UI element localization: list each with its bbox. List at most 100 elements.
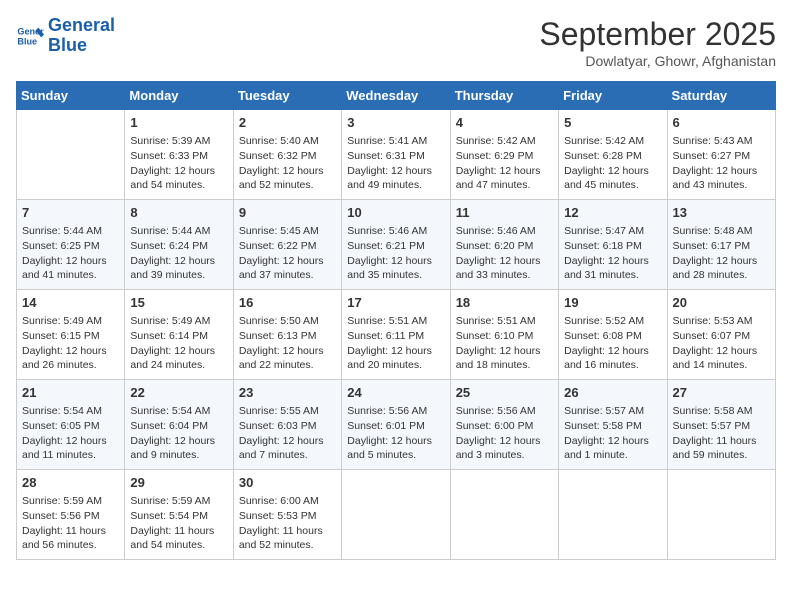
calendar-week-row: 7Sunrise: 5:44 AM Sunset: 6:25 PM Daylig… [17,200,776,290]
day-info: Sunrise: 5:54 AM Sunset: 6:05 PM Dayligh… [22,404,119,463]
day-number: 21 [22,384,119,402]
calendar-cell: 22Sunrise: 5:54 AM Sunset: 6:04 PM Dayli… [125,380,233,470]
day-info: Sunrise: 5:47 AM Sunset: 6:18 PM Dayligh… [564,224,661,283]
calendar-cell: 26 Sunrise: 5:57 AM Sunset: 5:58 PM Dayli… [559,380,667,470]
day-number: 28 [22,474,119,492]
calendar-cell: 23 Sunrise: 5:55 AM Sunset: 6:03 PM Dayli… [233,380,341,470]
day-number: 26 [564,384,661,402]
calendar-cell: 27 Sunrise: 5:58 AM Sunset: 5:57 PM Dayli… [667,380,775,470]
day-number: 15 [130,294,227,312]
day-number: 18 [456,294,553,312]
day-number: 11 [456,204,553,222]
day-number: 4 [456,114,553,132]
calendar-cell: 4 Sunrise: 5:42 AM Sunset: 6:29 PM Daylig… [450,110,558,200]
calendar-cell [17,110,125,200]
calendar-cell: 5 Sunrise: 5:42 AM Sunset: 6:28 PM Daylig… [559,110,667,200]
calendar-cell: 2 Sunrise: 5:40 AM Sunset: 6:32 PM Daylig… [233,110,341,200]
calendar-week-row: 28 Sunrise: 5:59 AM Sunset: 5:56 PM Dayli… [17,470,776,560]
day-number: 22 [130,384,227,402]
day-number: 6 [673,114,770,132]
day-number: 2 [239,114,336,132]
calendar-cell [450,470,558,560]
calendar-cell: 6 Sunrise: 5:43 AM Sunset: 6:27 PM Daylig… [667,110,775,200]
day-info: Sunrise: 5:59 AM Sunset: 5:56 PM Dayligh… [22,494,119,553]
calendar-cell: 30 Sunrise: 6:00 AM Sunset: 5:53 PM Dayli… [233,470,341,560]
day-info: Sunrise: 5:46 AM Sunset: 6:20 PM Dayligh… [456,224,553,283]
calendar-table: SundayMondayTuesdayWednesdayThursdayFrid… [16,81,776,560]
calendar-cell: 28 Sunrise: 5:59 AM Sunset: 5:56 PM Dayli… [17,470,125,560]
calendar-cell: 7Sunrise: 5:44 AM Sunset: 6:25 PM Daylig… [17,200,125,290]
day-info: Sunrise: 5:58 AM Sunset: 5:57 PM Dayligh… [673,404,770,463]
calendar-cell: 18 Sunrise: 5:51 AM Sunset: 6:10 PM Dayli… [450,290,558,380]
day-info: Sunrise: 5:44 AM Sunset: 6:24 PM Dayligh… [130,224,227,283]
day-number: 20 [673,294,770,312]
day-number: 27 [673,384,770,402]
calendar-cell [559,470,667,560]
day-info: Sunrise: 5:44 AM Sunset: 6:25 PM Dayligh… [22,224,119,283]
title-block: September 2025 Dowlatyar, Ghowr, Afghani… [539,16,776,69]
day-number: 24 [347,384,444,402]
weekday-header: Monday [125,82,233,110]
day-info: Sunrise: 5:51 AM Sunset: 6:10 PM Dayligh… [456,314,553,373]
day-info: Sunrise: 5:46 AM Sunset: 6:21 PM Dayligh… [347,224,444,283]
calendar-cell: 8 Sunrise: 5:44 AM Sunset: 6:24 PM Daylig… [125,200,233,290]
month-title: September 2025 [539,16,776,53]
day-number: 19 [564,294,661,312]
calendar-week-row: 21 Sunrise: 5:54 AM Sunset: 6:05 PM Dayli… [17,380,776,470]
day-info: Sunrise: 5:49 AM Sunset: 6:14 PM Dayligh… [130,314,227,373]
location: Dowlatyar, Ghowr, Afghanistan [539,53,776,69]
day-info: Sunrise: 5:51 AM Sunset: 6:11 PM Dayligh… [347,314,444,373]
day-number: 30 [239,474,336,492]
calendar-cell: 12Sunrise: 5:47 AM Sunset: 6:18 PM Dayli… [559,200,667,290]
day-info: Sunrise: 6:00 AM Sunset: 5:53 PM Dayligh… [239,494,336,553]
weekday-header: Tuesday [233,82,341,110]
day-info: Sunrise: 5:57 AM Sunset: 5:58 PM Dayligh… [564,404,661,463]
calendar-cell: 13 Sunrise: 5:48 AM Sunset: 6:17 PM Dayli… [667,200,775,290]
calendar-cell: 15 Sunrise: 5:49 AM Sunset: 6:14 PM Dayli… [125,290,233,380]
day-number: 25 [456,384,553,402]
day-number: 8 [130,204,227,222]
calendar-cell: 20 Sunrise: 5:53 AM Sunset: 6:07 PM Dayli… [667,290,775,380]
day-number: 23 [239,384,336,402]
svg-text:Blue: Blue [17,36,37,46]
calendar-cell: 24 Sunrise: 5:56 AM Sunset: 6:01 PM Dayli… [342,380,450,470]
weekday-header: Sunday [17,82,125,110]
weekday-header-row: SundayMondayTuesdayWednesdayThursdayFrid… [17,82,776,110]
day-info: Sunrise: 5:42 AM Sunset: 6:29 PM Dayligh… [456,134,553,193]
calendar-week-row: 14Sunrise: 5:49 AM Sunset: 6:15 PM Dayli… [17,290,776,380]
calendar-cell: 25 Sunrise: 5:56 AM Sunset: 6:00 PM Dayli… [450,380,558,470]
day-info: Sunrise: 5:52 AM Sunset: 6:08 PM Dayligh… [564,314,661,373]
day-info: Sunrise: 5:42 AM Sunset: 6:28 PM Dayligh… [564,134,661,193]
day-number: 29 [130,474,227,492]
day-number: 16 [239,294,336,312]
weekday-header: Wednesday [342,82,450,110]
weekday-header: Saturday [667,82,775,110]
day-number: 3 [347,114,444,132]
logo-icon: General Blue [16,22,44,50]
day-info: Sunrise: 5:56 AM Sunset: 6:00 PM Dayligh… [456,404,553,463]
weekday-header: Friday [559,82,667,110]
day-info: Sunrise: 5:56 AM Sunset: 6:01 PM Dayligh… [347,404,444,463]
day-info: Sunrise: 5:50 AM Sunset: 6:13 PM Dayligh… [239,314,336,373]
day-info: Sunrise: 5:55 AM Sunset: 6:03 PM Dayligh… [239,404,336,463]
calendar-cell [342,470,450,560]
calendar-cell: 14Sunrise: 5:49 AM Sunset: 6:15 PM Dayli… [17,290,125,380]
calendar-cell [667,470,775,560]
calendar-cell: 16 Sunrise: 5:50 AM Sunset: 6:13 PM Dayli… [233,290,341,380]
calendar-cell: 21 Sunrise: 5:54 AM Sunset: 6:05 PM Dayli… [17,380,125,470]
day-info: Sunrise: 5:49 AM Sunset: 6:15 PM Dayligh… [22,314,119,373]
logo-text: General Blue [48,16,115,56]
day-info: Sunrise: 5:40 AM Sunset: 6:32 PM Dayligh… [239,134,336,193]
day-number: 13 [673,204,770,222]
calendar-cell: 29 Sunrise: 5:59 AM Sunset: 5:54 PM Dayli… [125,470,233,560]
day-info: Sunrise: 5:48 AM Sunset: 6:17 PM Dayligh… [673,224,770,283]
day-info: Sunrise: 5:59 AM Sunset: 5:54 PM Dayligh… [130,494,227,553]
calendar-cell: 3Sunrise: 5:41 AM Sunset: 6:31 PM Daylig… [342,110,450,200]
logo: General Blue General Blue [16,16,115,56]
day-info: Sunrise: 5:53 AM Sunset: 6:07 PM Dayligh… [673,314,770,373]
day-info: Sunrise: 5:39 AM Sunset: 6:33 PM Dayligh… [130,134,227,193]
calendar-cell: 1Sunrise: 5:39 AM Sunset: 6:33 PM Daylig… [125,110,233,200]
day-info: Sunrise: 5:43 AM Sunset: 6:27 PM Dayligh… [673,134,770,193]
day-number: 5 [564,114,661,132]
calendar-cell: 19 Sunrise: 5:52 AM Sunset: 6:08 PM Dayli… [559,290,667,380]
